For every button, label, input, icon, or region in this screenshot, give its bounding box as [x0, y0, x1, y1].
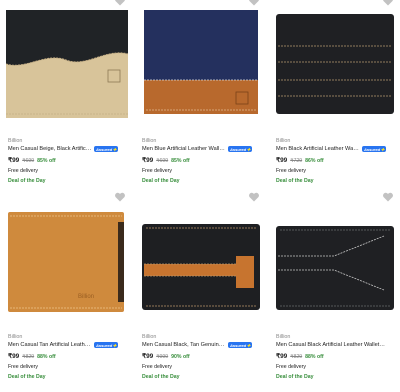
product-image[interactable] [140, 10, 262, 118]
product-discount: 85% off [37, 158, 56, 164]
product-title[interactable]: Men Casual Beige, Black Artificial Leath… [8, 145, 92, 153]
product-info: Billion Men Casual Black, Tan Genuine Le… [142, 334, 266, 381]
product-title[interactable]: Men Blue Artificial Leather Wallet - Min… [142, 145, 226, 153]
product-mrp: ₹829 [290, 354, 303, 360]
product-image[interactable] [274, 10, 396, 118]
product-brand: Billion [142, 334, 157, 340]
free-delivery-label: Free delivery [276, 168, 306, 174]
product-image[interactable] [274, 206, 396, 314]
product-mrp: ₹999 [156, 354, 169, 360]
assured-badge: Assured ✚ [228, 342, 253, 348]
product-card[interactable]: Billion Billion Men Casual Tan Artificia… [0, 192, 132, 392]
product-mrp: ₹829 [22, 354, 35, 360]
wishlist-heart-icon[interactable] [248, 0, 260, 6]
product-brand: Billion [142, 138, 157, 144]
product-image[interactable]: Billion [6, 206, 128, 314]
product-price: ₹99 [142, 353, 154, 360]
free-delivery-label: Free delivery [142, 364, 172, 370]
product-price: ₹99 [276, 157, 288, 164]
product-info: Billion Men Casual Tan Artificial Leathe… [8, 334, 132, 381]
product-price: ₹99 [8, 157, 20, 164]
product-info: Billion Men Black Artificial Leather Wal… [276, 138, 400, 185]
wishlist-heart-icon[interactable] [114, 190, 126, 202]
deal-of-the-day-label: Deal of the Day [8, 178, 46, 184]
product-mrp: ₹699 [22, 158, 35, 164]
wishlist-heart-icon[interactable] [248, 190, 260, 202]
product-title[interactable]: Men Casual Black Artificial Leather Wall… [276, 341, 386, 349]
product-title[interactable]: Men Casual Black, Tan Genuine Leather Wa… [142, 341, 226, 349]
free-delivery-label: Free delivery [8, 364, 38, 370]
wishlist-heart-icon[interactable] [382, 190, 394, 202]
assured-badge: Assured ✚ [362, 146, 387, 152]
embossed-brand-text: Billion [78, 294, 94, 300]
free-delivery-label: Free delivery [142, 168, 172, 174]
product-price: ₹99 [276, 353, 288, 360]
product-card[interactable]: Billion Men Blue Artificial Leather Wall… [134, 0, 266, 196]
assured-badge: Assured ✚ [228, 146, 253, 152]
product-brand: Billion [276, 334, 291, 340]
product-title[interactable]: Men Casual Tan Artificial Leather Wallet… [8, 341, 92, 349]
wishlist-heart-icon[interactable] [114, 0, 126, 6]
product-brand: Billion [276, 138, 291, 144]
deal-of-the-day-label: Deal of the Day [276, 374, 314, 380]
assured-badge: Assured ✚ [94, 146, 119, 152]
wishlist-heart-icon[interactable] [382, 0, 394, 6]
product-info: Billion Men Casual Beige, Black Artifici… [8, 138, 132, 185]
product-info: Billion Men Blue Artificial Leather Wall… [142, 138, 266, 185]
product-discount: 88% off [37, 354, 56, 360]
product-card[interactable]: Billion Men Casual Black, Tan Genuine Le… [134, 192, 266, 392]
product-grid: Billion Men Casual Beige, Black Artifici… [0, 0, 400, 392]
free-delivery-label: Free delivery [276, 364, 306, 370]
product-title[interactable]: Men Black Artificial Leather Wallet - Mi… [276, 145, 360, 153]
product-price: ₹99 [142, 157, 154, 164]
product-card[interactable]: Billion Men Casual Beige, Black Artifici… [0, 0, 132, 196]
product-mrp: ₹699 [156, 158, 169, 164]
product-brand: Billion [8, 334, 23, 340]
product-image[interactable] [140, 206, 262, 314]
product-mrp: ₹729 [290, 158, 303, 164]
deal-of-the-day-label: Deal of the Day [276, 178, 314, 184]
product-card[interactable]: Billion Men Black Artificial Leather Wal… [268, 0, 400, 196]
assured-badge: Assured ✚ [94, 342, 119, 348]
product-discount: 85% off [171, 158, 190, 164]
deal-of-the-day-label: Deal of the Day [142, 178, 180, 184]
product-discount: 88% off [305, 354, 324, 360]
free-delivery-label: Free delivery [8, 168, 38, 174]
product-discount: 90% off [171, 354, 190, 360]
product-image[interactable] [6, 10, 128, 118]
deal-of-the-day-label: Deal of the Day [8, 374, 46, 380]
product-card[interactable]: Billion Men Casual Black Artificial Leat… [268, 192, 400, 392]
product-price: ₹99 [8, 353, 20, 360]
deal-of-the-day-label: Deal of the Day [142, 374, 180, 380]
product-brand: Billion [8, 138, 23, 144]
product-discount: 86% off [305, 158, 324, 164]
product-info: Billion Men Casual Black Artificial Leat… [276, 334, 400, 381]
